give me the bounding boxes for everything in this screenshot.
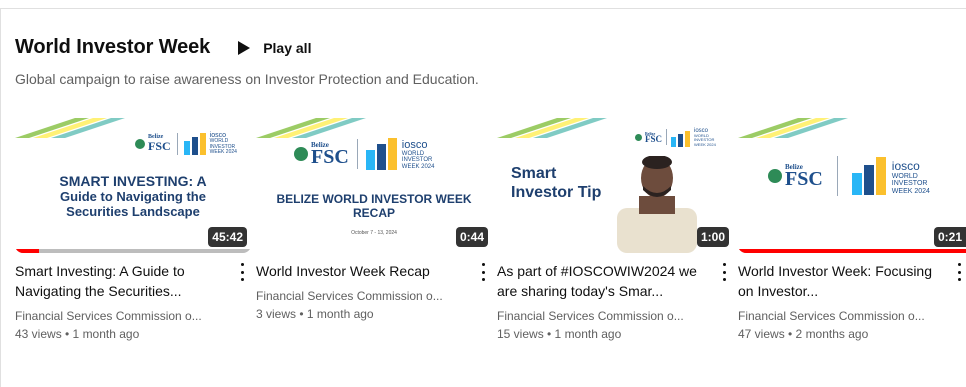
watch-progress-fill bbox=[738, 249, 966, 253]
play-all-button[interactable]: Play all bbox=[238, 40, 311, 56]
channel-name[interactable]: Financial Services Commission o... bbox=[738, 307, 946, 325]
iosco-wiw-logo: iosco WORLD INVESTOR WEEK 2024 bbox=[183, 132, 237, 156]
more-vert-icon[interactable] bbox=[717, 261, 731, 283]
thumbnail-logos: Belize FSC iosco WORLD INVESTOR WEEK 202… bbox=[635, 128, 716, 147]
video-title[interactable]: World Investor Week Recap bbox=[256, 261, 466, 281]
shelf-left-border bbox=[0, 8, 1, 387]
play-icon bbox=[238, 40, 251, 55]
play-all-label: Play all bbox=[263, 39, 312, 56]
decorative-stripes bbox=[738, 118, 848, 138]
thumbnail-logos: Belize FSC iosco WORLD INVESTOR WEEK 202… bbox=[294, 138, 434, 170]
video-title[interactable]: As part of #IOSCOWIW2024 we are sharing … bbox=[497, 261, 707, 301]
video-stats: 3 views • 1 month ago bbox=[256, 307, 374, 321]
thumbnail-logos: Belize FSC iosco WORLD INVESTOR WEEK 202… bbox=[135, 132, 237, 156]
shelf-title[interactable]: World Investor Week bbox=[15, 36, 210, 59]
thumbnail-headline: Smart Investor Tip bbox=[511, 165, 602, 201]
shelf-header: World Investor Week Play all bbox=[15, 36, 311, 59]
video-meta: Smart Investing: A Guide to Navigating t… bbox=[15, 261, 251, 343]
decorative-stripes bbox=[497, 118, 607, 138]
fsc-logo: Belize FSC bbox=[768, 163, 823, 189]
video-meta: World Investor Week Recap Financial Serv… bbox=[256, 261, 492, 323]
video-card[interactable]: Belize FSC iosco WORLD INVESTOR WEEK 202… bbox=[256, 118, 492, 323]
video-meta: As part of #IOSCOWIW2024 we are sharing … bbox=[497, 261, 733, 343]
duration-badge: 45:42 bbox=[208, 227, 247, 247]
video-stats: 43 views • 1 month ago bbox=[15, 327, 140, 341]
video-thumbnail[interactable]: Belize FSC iosco WORLD INVESTOR WEEK 202… bbox=[256, 118, 492, 253]
iosco-wiw-logo: iosco WORLD INVESTOR WEEK 2024 bbox=[365, 138, 434, 170]
thumbnail-headline: SMART INVESTING: A Guide to Navigating t… bbox=[59, 173, 207, 220]
video-thumbnail[interactable]: Belize FSC iosco WORLD INVESTOR WEEK 202… bbox=[497, 118, 733, 253]
video-stats: 47 views • 2 months ago bbox=[738, 327, 869, 341]
watch-progress-track bbox=[738, 249, 966, 253]
fsc-logo: Belize FSC bbox=[135, 134, 171, 152]
iosco-wiw-logo: iosco WORLD INVESTOR WEEK 2024 bbox=[851, 157, 930, 195]
video-thumbnail[interactable]: Belize FSC iosco WORLD INVESTOR WEEK 202… bbox=[15, 118, 251, 253]
fsc-logo: Belize FSC bbox=[635, 131, 662, 144]
video-card[interactable]: Belize FSC iosco WORLD INVESTOR WEEK 202… bbox=[738, 118, 966, 343]
video-stats: 15 views • 1 month ago bbox=[497, 327, 622, 341]
watch-progress-fill bbox=[15, 249, 39, 253]
video-card[interactable]: Belize FSC iosco WORLD INVESTOR WEEK 202… bbox=[15, 118, 251, 343]
channel-name[interactable]: Financial Services Commission o... bbox=[15, 307, 225, 325]
video-meta: World Investor Week: Focusing on Investo… bbox=[738, 261, 966, 343]
more-vert-icon[interactable] bbox=[476, 261, 490, 283]
shelf-top-border bbox=[0, 8, 966, 9]
duration-badge: 0:21 bbox=[933, 227, 966, 247]
video-thumbnail[interactable]: Belize FSC iosco WORLD INVESTOR WEEK 202… bbox=[738, 118, 966, 253]
iosco-wiw-logo: iosco WORLD INVESTOR WEEK 2024 bbox=[671, 128, 716, 147]
channel-name[interactable]: Financial Services Commission o... bbox=[497, 307, 707, 325]
video-title[interactable]: Smart Investing: A Guide to Navigating t… bbox=[15, 261, 225, 301]
duration-badge: 0:44 bbox=[455, 227, 488, 247]
more-vert-icon[interactable] bbox=[235, 261, 249, 283]
duration-badge: 1:00 bbox=[696, 227, 729, 247]
shelf-description: Global campaign to raise awareness on In… bbox=[15, 71, 479, 87]
watch-progress-track bbox=[15, 249, 251, 253]
video-title[interactable]: World Investor Week: Focusing on Investo… bbox=[738, 261, 946, 301]
fsc-logo: Belize FSC bbox=[294, 141, 349, 167]
presenter-image bbox=[617, 156, 697, 253]
thumbnail-logos: Belize FSC iosco WORLD INVESTOR WEEK 202… bbox=[768, 156, 930, 196]
decorative-stripes bbox=[15, 118, 125, 138]
video-card[interactable]: Belize FSC iosco WORLD INVESTOR WEEK 202… bbox=[497, 118, 733, 343]
channel-name[interactable]: Financial Services Commission o... bbox=[256, 287, 466, 305]
more-vert-icon[interactable] bbox=[952, 261, 966, 283]
